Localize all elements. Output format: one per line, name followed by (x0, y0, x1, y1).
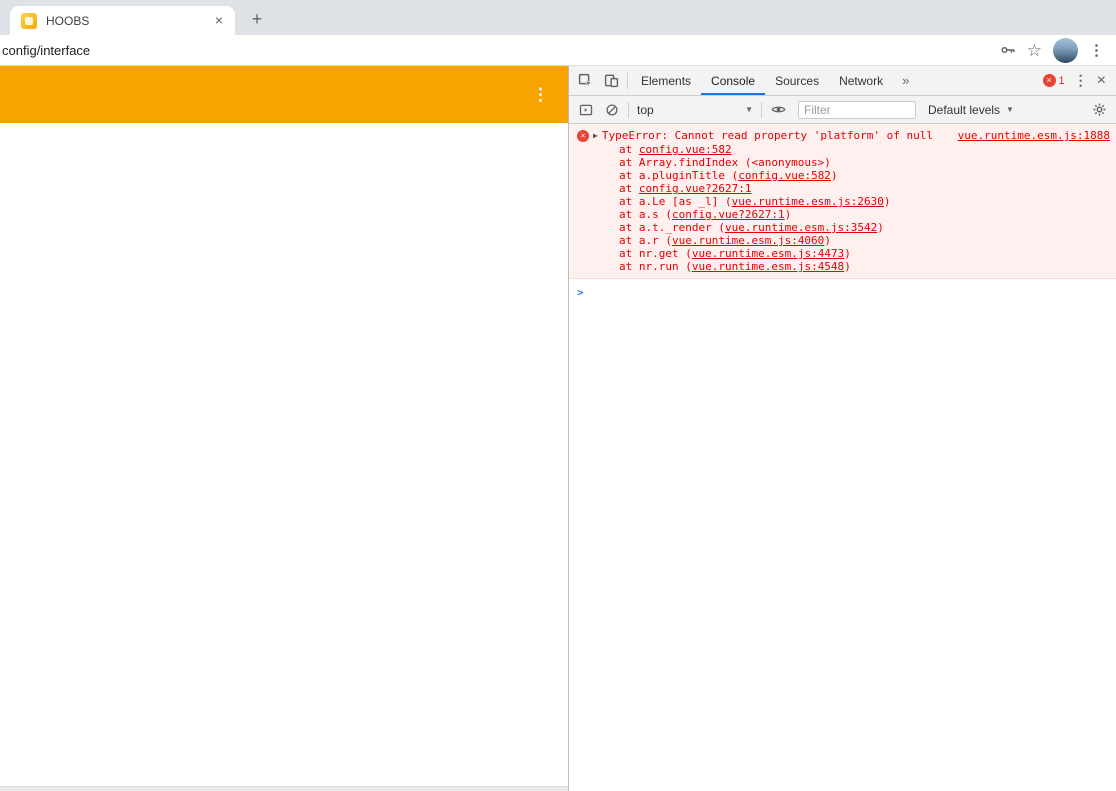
filter-input[interactable] (798, 100, 916, 119)
console-output: × ▶ TypeError: Cannot read property 'pla… (569, 124, 1116, 791)
stack-frame-text: ) (844, 247, 851, 260)
bookmark-star-icon[interactable]: ☆ (1027, 42, 1042, 59)
tab-network[interactable]: Network (829, 66, 893, 95)
settings-gear-icon[interactable] (1086, 98, 1112, 122)
hoobs-favicon (21, 12, 37, 29)
chevron-down-icon: ▼ (1006, 105, 1014, 114)
horizontal-scrollbar[interactable] (0, 786, 568, 791)
device-toolbar-icon[interactable] (598, 69, 624, 93)
content-area: ⋮ Elements Console Sources Network » × 1… (0, 66, 1116, 791)
stack-frame-text: ) (784, 208, 792, 221)
divider (761, 101, 762, 118)
chevron-down-icon: ▼ (745, 105, 753, 114)
console-error-entry: × ▶ TypeError: Cannot read property 'pla… (569, 124, 1116, 279)
eye-icon[interactable] (765, 98, 791, 122)
error-icon: × (1042, 74, 1056, 87)
stack-frame-text: at a.t._render ( (619, 221, 725, 234)
error-message: TypeError: Cannot read property 'platfor… (601, 129, 933, 142)
clear-console-icon[interactable] (599, 98, 625, 122)
stack-frame: at config.vue?2627:1 (577, 182, 1110, 195)
devtools-right-controls: × 1 ⋮ × (1042, 72, 1113, 90)
divider (628, 101, 629, 118)
profile-avatar[interactable] (1053, 37, 1078, 63)
browser-tab[interactable]: HOOBS × (10, 6, 235, 35)
tab-elements[interactable]: Elements (631, 66, 701, 95)
stack-frame-text: at (619, 143, 639, 156)
stack-frame-text: at (619, 182, 639, 195)
page-body (0, 123, 568, 786)
address-input[interactable]: config/interface (0, 43, 1000, 58)
source-link[interactable]: config.vue?2627:1 (672, 208, 785, 221)
key-icon[interactable] (1000, 42, 1016, 58)
page-viewport: ⋮ (0, 66, 569, 791)
stack-frame: at a.s (config.vue?2627:1) (577, 208, 1110, 221)
console-toolbar: top ▼ Default levels ▼ (569, 96, 1116, 124)
error-message-row: × ▶ TypeError: Cannot read property 'pla… (577, 128, 1110, 143)
stack-frame-text: at a.pluginTitle ( (619, 169, 739, 182)
inspect-element-icon[interactable] (572, 69, 598, 93)
devtools-menu-icon[interactable]: ⋮ (1074, 72, 1088, 89)
browser-menu-icon[interactable]: ⋮ (1089, 41, 1104, 59)
stack-frame-text: ) (883, 195, 891, 208)
stack-frame: at nr.run (vue.runtime.esm.js:4548) (577, 260, 1110, 273)
page-header: ⋮ (0, 66, 568, 123)
stack-frame-text: at nr.get ( (619, 247, 692, 260)
stack-frame-text: at a.r ( (619, 234, 672, 247)
stack-frame-text: at Array.findIndex (<anonymous>) (619, 156, 831, 169)
tab-close-icon[interactable]: × (211, 12, 227, 29)
stack-frame-text: ) (830, 169, 838, 182)
page-menu-icon[interactable]: ⋮ (532, 85, 549, 105)
context-selector[interactable]: top ▼ (632, 103, 758, 117)
stack-frame-text: ) (877, 221, 884, 234)
stack-frame: at a.Le [as _l] (vue.runtime.esm.js:2630… (577, 195, 1110, 208)
stack-frame: at config.vue:582 (577, 143, 1110, 156)
stack-frame-text: at a.s ( (619, 208, 672, 221)
stack-trace: at config.vue:582 at Array.findIndex (<an… (577, 143, 1110, 273)
stack-frame: at Array.findIndex (<anonymous>) (577, 156, 1110, 169)
new-tab-button[interactable]: + (244, 6, 270, 32)
address-bar-actions: ☆ ⋮ (1000, 37, 1104, 63)
address-bar: config/interface ☆ ⋮ (0, 35, 1116, 66)
context-selector-value: top (637, 102, 654, 117)
source-link[interactable]: config.vue?2627:1 (639, 182, 752, 195)
tab-sources[interactable]: Sources (765, 66, 829, 95)
source-link[interactable]: vue.runtime.esm.js:4473 (692, 247, 844, 260)
tab-strip: HOOBS × + (0, 0, 1116, 35)
stack-frame-text: ) (844, 260, 851, 273)
source-link[interactable]: vue.runtime.esm.js:3542 (725, 221, 877, 234)
log-levels-dropdown[interactable]: Default levels ▼ (928, 103, 1014, 117)
source-link[interactable]: vue.runtime.esm.js:1888 (948, 128, 1110, 143)
stack-frame-text: ) (824, 234, 831, 247)
devtools-tabbar: Elements Console Sources Network » × 1 ⋮… (569, 66, 1116, 96)
tab-title: HOOBS (46, 13, 90, 28)
console-prompt[interactable]: > (569, 279, 1116, 306)
log-levels-label: Default levels (928, 102, 1001, 117)
expand-caret-icon[interactable]: ▶ (593, 128, 598, 143)
stack-frame: at a.r (vue.runtime.esm.js:4060) (577, 234, 1110, 247)
source-link[interactable]: config.vue:582 (738, 169, 831, 182)
console-sidebar-icon[interactable] (573, 98, 599, 122)
error-count-badge[interactable]: × 1 (1042, 74, 1065, 87)
devtools-close-icon[interactable]: × (1097, 72, 1106, 90)
stack-frame: at a.t._render (vue.runtime.esm.js:3542) (577, 221, 1110, 234)
divider (627, 72, 628, 89)
stack-frame: at a.pluginTitle (config.vue:582) (577, 169, 1110, 182)
source-link[interactable]: config.vue:582 (639, 143, 732, 156)
source-link[interactable]: vue.runtime.esm.js:2630 (732, 195, 884, 208)
source-link[interactable]: vue.runtime.esm.js:4060 (672, 234, 824, 247)
error-count: 1 (1058, 74, 1065, 87)
browser-window: HOOBS × + config/interface ☆ ⋮ ⋮ Element… (0, 0, 1116, 791)
stack-frame-text: at nr.run ( (619, 260, 692, 273)
stack-frame: at nr.get (vue.runtime.esm.js:4473) (577, 247, 1110, 260)
stack-frame-text: at a.Le [as _l] ( (619, 195, 732, 208)
devtools-panel: Elements Console Sources Network » × 1 ⋮… (569, 66, 1116, 791)
tab-console[interactable]: Console (701, 66, 766, 95)
source-link[interactable]: vue.runtime.esm.js:4548 (692, 260, 844, 273)
error-icon: × (577, 129, 589, 142)
prompt-chevron-icon: > (577, 286, 584, 299)
more-tabs-icon[interactable]: » (893, 73, 918, 88)
